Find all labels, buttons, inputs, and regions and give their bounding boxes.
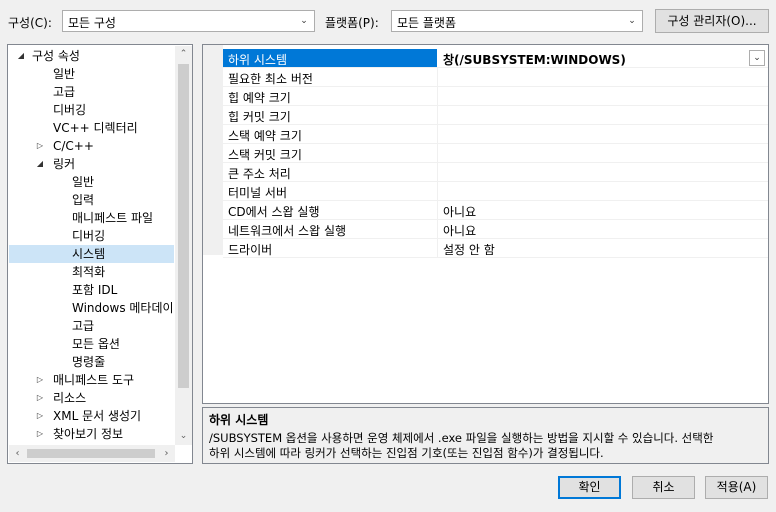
property-grid-gutter [203,45,223,255]
property-grid: 하위 시스템 창(/SUBSYSTEM:WINDOWS) ⌄ 필요한 최소 버전… [202,44,769,404]
property-row-large-address-aware[interactable]: 큰 주소 처리 [223,163,768,182]
tree-scroll-thumb[interactable] [178,64,189,388]
tree-item-general[interactable]: 일반 [53,65,75,83]
tree-horizontal-scrollbar[interactable]: ‹ › [9,445,175,462]
description-title: 하위 시스템 [209,413,269,427]
tree-item-advanced[interactable]: 고급 [53,83,75,101]
property-row-subsystem[interactable]: 하위 시스템 창(/SUBSYSTEM:WINDOWS) ⌄ [223,49,768,68]
chevron-down-icon[interactable]: ⌄ [749,50,765,66]
scroll-up-icon[interactable]: ⌃ [175,46,192,63]
scroll-left-icon[interactable]: ‹ [9,445,26,462]
property-row-minimum-version[interactable]: 필요한 최소 버전 [223,68,768,87]
tree-item-linker-system[interactable]: 시스템 [9,245,174,263]
tree-item-vc-directories[interactable]: VC++ 디렉터리 [53,119,138,137]
cancel-button[interactable]: 취소 [632,476,695,499]
property-row-driver[interactable]: 드라이버 설정 안 함 [223,239,768,258]
apply-button[interactable]: 적용(A) [705,476,768,499]
platform-label: 플랫폼(P): [325,16,379,30]
collapsed-arrow-icon[interactable]: ▷ [35,407,45,425]
expanded-arrow-icon[interactable]: ◢ [16,47,26,65]
tree-vertical-scrollbar[interactable]: ⌃ ⌄ [175,46,192,445]
configuration-manager-button[interactable]: 구성 관리자(O)... [655,9,769,33]
tree-item-resources[interactable]: ▷ 리소스 [8,389,174,407]
tree-item-linker[interactable]: ◢ 링커 [8,155,174,173]
tree-item-linker-all-options[interactable]: 모든 옵션 [72,335,120,353]
tree-item-root[interactable]: ◢ 구성 속성 [8,47,174,65]
chevron-down-icon: ⌄ [628,16,636,26]
tree-item-browse-information[interactable]: ▷ 찾아보기 정보 [8,425,174,443]
collapsed-arrow-icon[interactable]: ▷ [35,371,45,389]
platform-value: 모든 플랫폼 [397,16,457,30]
tree-item-linker-advanced[interactable]: 고급 [72,317,94,335]
configuration-dropdown[interactable]: 모든 구성 ⌄ [62,10,315,32]
property-row-swap-run-from-cd[interactable]: CD에서 스왑 실행 아니요 [223,201,768,220]
ok-button[interactable]: 확인 [558,476,621,499]
tree-item-linker-general[interactable]: 일반 [72,173,94,191]
platform-dropdown[interactable]: 모든 플랫폼 ⌄ [391,10,643,32]
tree-item-manifest-tool[interactable]: ▷ 매니페스트 도구 [8,371,174,389]
tree-item-linker-windows-metadata[interactable]: Windows 메타데이 [72,299,174,317]
tree-item-linker-manifest-file[interactable]: 매니페스트 파일 [72,209,153,227]
scroll-down-icon[interactable]: ⌄ [175,428,192,445]
collapsed-arrow-icon[interactable]: ▷ [35,425,45,443]
description-line-1: /SUBSYSTEM 옵션을 사용하면 운영 체제에서 .exe 파일을 실행하… [209,431,714,445]
tree-item-debugging[interactable]: 디버깅 [53,101,86,119]
expanded-arrow-icon[interactable]: ◢ [35,155,45,173]
tree-horizontal-thumb[interactable] [27,449,155,458]
configuration-value: 모든 구성 [68,16,116,30]
tree-item-linker-embedded-idl[interactable]: 포함 IDL [72,281,117,299]
tree-item-cpp[interactable]: ▷ C/C++ [8,137,174,155]
tree-item-linker-optimization[interactable]: 최적화 [72,263,105,281]
property-row-swap-run-from-network[interactable]: 네트워크에서 스왑 실행 아니요 [223,220,768,239]
tree-item-linker-debugging[interactable]: 디버깅 [72,227,105,245]
property-tree: ◢ 구성 속성 일반 고급 디버깅 VC++ 디렉터리 ▷ C/C++ ◢ 링커… [7,44,193,464]
scroll-right-icon[interactable]: › [158,445,175,462]
collapsed-arrow-icon[interactable]: ▷ [35,137,45,155]
property-row-heap-commit-size[interactable]: 힙 커밋 크기 [223,106,768,125]
configuration-label: 구성(C): [8,16,52,30]
tree-item-xml-document-generator[interactable]: ▷ XML 문서 생성기 [8,407,174,425]
collapsed-arrow-icon[interactable]: ▷ [35,389,45,407]
property-row-heap-reserve-size[interactable]: 힙 예약 크기 [223,87,768,106]
property-row-stack-commit-size[interactable]: 스택 커밋 크기 [223,144,768,163]
property-row-terminal-server[interactable]: 터미널 서버 [223,182,768,201]
tree-item-linker-input[interactable]: 입력 [72,191,94,209]
property-row-stack-reserve-size[interactable]: 스택 예약 크기 [223,125,768,144]
chevron-down-icon: ⌄ [300,16,308,26]
description-line-2: 하위 시스템에 따라 링커가 선택하는 진입점 기호(또는 진입점 함수)가 결… [209,446,604,460]
description-panel: 하위 시스템 /SUBSYSTEM 옵션을 사용하면 운영 체제에서 .exe … [202,407,769,464]
tree-item-linker-command-line[interactable]: 명령줄 [72,353,105,371]
